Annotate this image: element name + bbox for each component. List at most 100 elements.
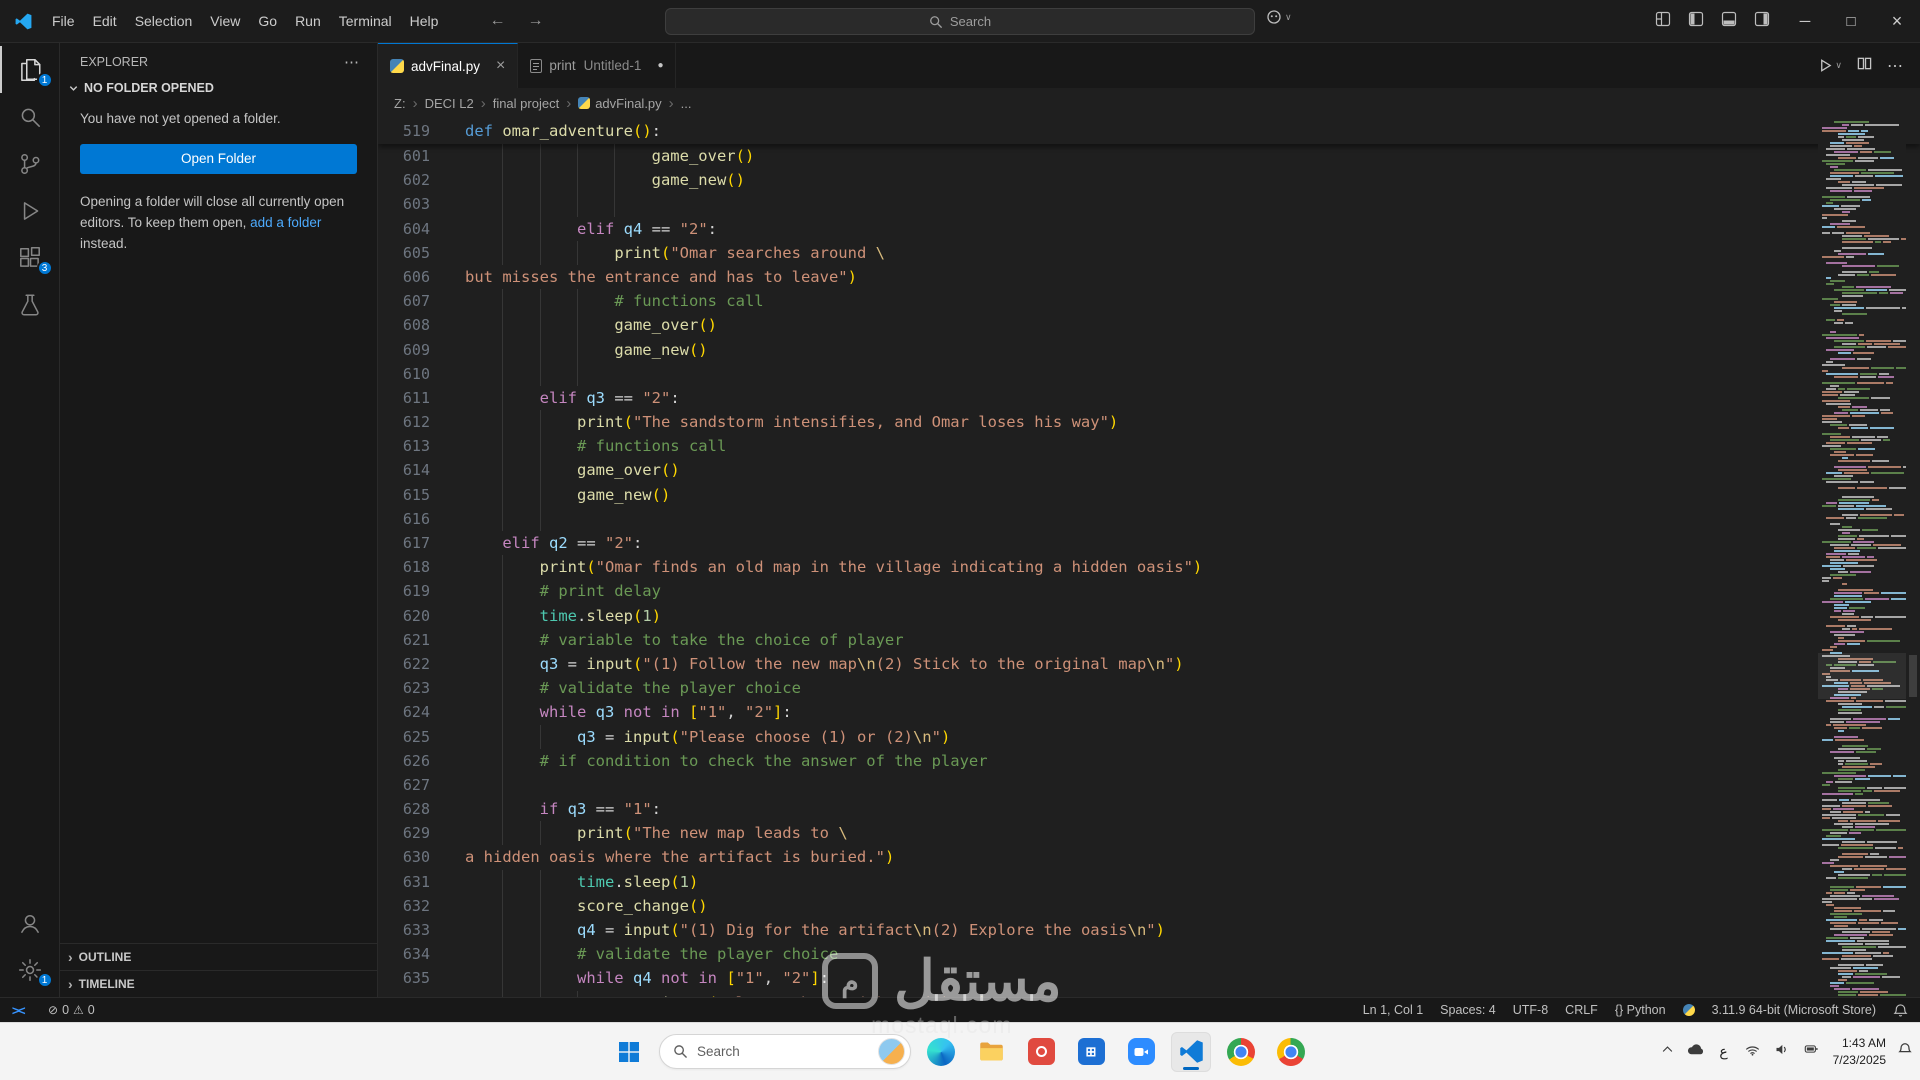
- extensions-icon[interactable]: 3: [0, 234, 60, 281]
- input-language-indicator[interactable]: ع: [1716, 1043, 1732, 1060]
- menu-item-help[interactable]: Help: [401, 7, 448, 35]
- token: ): [847, 267, 857, 286]
- toggle-panel-icon[interactable]: [1721, 11, 1737, 32]
- encoding-indicator[interactable]: UTF-8: [1513, 998, 1548, 1022]
- tab-print[interactable]: print Untitled-1 ●: [518, 43, 677, 88]
- volume-icon[interactable]: [1773, 1042, 1790, 1062]
- back-arrow-icon[interactable]: ←: [489, 12, 505, 30]
- modified-dot-icon[interactable]: ●: [657, 60, 663, 71]
- indentation-indicator[interactable]: Spaces: 4: [1440, 998, 1496, 1022]
- python-interpreter[interactable]: 3.11.9 64-bit (Microsoft Store): [1712, 998, 1876, 1022]
- settings-gear-icon[interactable]: 1: [0, 946, 60, 993]
- minimap-slider[interactable]: [1818, 653, 1906, 699]
- explorer-icon[interactable]: 1: [0, 46, 60, 93]
- language-mode[interactable]: {} Python: [1615, 998, 1666, 1022]
- code-line-609: 609 game_new(): [378, 337, 1920, 362]
- blue-app-icon[interactable]: ⊞: [1071, 1032, 1111, 1072]
- wifi-icon[interactable]: [1744, 1042, 1761, 1062]
- minimap-seg: [1851, 628, 1857, 630]
- menu-item-run[interactable]: Run: [286, 7, 330, 35]
- token: "The new map leads to: [633, 824, 839, 843]
- cursor-position[interactable]: Ln 1, Col 1: [1363, 998, 1423, 1022]
- maximize-button[interactable]: □: [1828, 0, 1874, 42]
- minimap-seg: [1883, 910, 1896, 912]
- indent-guide: [502, 506, 504, 531]
- minimap-seg: [1846, 136, 1856, 138]
- run-debug-icon[interactable]: [0, 187, 60, 234]
- chrome-profile-icon[interactable]: [1271, 1032, 1311, 1072]
- no-folder-section-header[interactable]: NO FOLDER OPENED: [60, 77, 377, 99]
- clock[interactable]: 1:43 AM 7/23/2025: [1833, 1035, 1886, 1067]
- split-editor-icon[interactable]: [1857, 56, 1872, 76]
- minimap[interactable]: [1818, 118, 1906, 997]
- file-explorer-icon[interactable]: [971, 1032, 1011, 1072]
- run-python-file-button[interactable]: ∨: [1818, 58, 1842, 73]
- menu-item-selection[interactable]: Selection: [126, 7, 202, 35]
- vscode-taskbar-icon[interactable]: [1171, 1031, 1211, 1072]
- red-app-icon[interactable]: [1021, 1032, 1061, 1072]
- minimap-seg: [1822, 214, 1848, 216]
- code-line-602: 602 game_new(): [378, 168, 1920, 193]
- breadcrumb-item[interactable]: advFinal.py: [578, 96, 662, 111]
- command-center-search[interactable]: Search: [665, 8, 1255, 35]
- minimap-seg: [1848, 607, 1866, 609]
- notification-center-icon[interactable]: [1898, 1042, 1912, 1061]
- outline-section-header[interactable]: › OUTLINE: [60, 943, 377, 970]
- add-folder-link[interactable]: add a folder: [250, 215, 321, 230]
- breadcrumb-item[interactable]: final project: [493, 96, 559, 111]
- chrome-icon[interactable]: [1221, 1032, 1261, 1072]
- minimap-row: [1818, 901, 1906, 903]
- eol-indicator[interactable]: CRLF: [1565, 998, 1598, 1022]
- menu-item-go[interactable]: Go: [249, 7, 286, 35]
- battery-icon[interactable]: [1802, 1042, 1821, 1061]
- toggle-sidebar-left-icon[interactable]: [1688, 11, 1704, 32]
- remote-indicator[interactable]: ><: [0, 998, 36, 1022]
- taskbar-search-box[interactable]: Search: [659, 1034, 911, 1069]
- editor-more-actions-icon[interactable]: ⋯: [1887, 56, 1904, 76]
- open-folder-button[interactable]: Open Folder: [80, 143, 357, 174]
- testing-icon[interactable]: [0, 281, 60, 328]
- menu-item-terminal[interactable]: Terminal: [330, 7, 401, 35]
- source-control-icon[interactable]: [0, 140, 60, 187]
- search-highlight-thumbnail[interactable]: [878, 1038, 905, 1065]
- code-line-601: 601 game_over(): [378, 144, 1920, 169]
- zoom-icon[interactable]: [1121, 1032, 1161, 1072]
- token: ==: [605, 388, 643, 407]
- breadcrumb-item[interactable]: DECI L2: [425, 96, 474, 111]
- minimap-seg: [1842, 313, 1867, 315]
- menu-item-file[interactable]: File: [43, 7, 84, 35]
- close-icon[interactable]: ×: [496, 57, 505, 75]
- tab-advfinal-py[interactable]: advFinal.py ×: [378, 43, 519, 88]
- account-icon[interactable]: [0, 899, 60, 946]
- search-sidebar-icon[interactable]: [0, 93, 60, 140]
- layout-customize-icon[interactable]: [1655, 11, 1671, 32]
- token: elif: [576, 219, 624, 238]
- timeline-section-header[interactable]: › TIMELINE: [60, 970, 377, 997]
- token: :: [819, 969, 830, 988]
- sidebar-more-actions-icon[interactable]: ⋯: [344, 53, 359, 71]
- breadcrumb-item[interactable]: Z:: [394, 96, 406, 111]
- minimap-row: [1818, 322, 1906, 324]
- tray-chevron-up-icon[interactable]: [1661, 1043, 1674, 1061]
- scrollbar-thumb[interactable]: [1909, 655, 1917, 697]
- start-button[interactable]: [609, 1032, 649, 1072]
- close-button[interactable]: ×: [1874, 0, 1920, 42]
- sticky-scroll-line[interactable]: 519 def omar_adventure():: [378, 118, 1920, 144]
- onedrive-cloud-icon[interactable]: [1686, 1042, 1704, 1061]
- forward-arrow-icon[interactable]: →: [527, 12, 543, 30]
- editor-scrollbar[interactable]: [1906, 118, 1920, 997]
- editor-pane[interactable]: 519 def omar_adventure(): 601 game_over()…: [378, 118, 1920, 997]
- breadcrumb-item[interactable]: ...: [681, 96, 692, 111]
- copilot-taskbar-icon[interactable]: [921, 1032, 961, 1072]
- open-folder-note: Opening a folder will close all currentl…: [80, 192, 357, 255]
- menu-item-view[interactable]: View: [201, 7, 249, 35]
- python-logo-icon[interactable]: [1682, 998, 1695, 1022]
- menu-item-edit[interactable]: Edit: [84, 7, 126, 35]
- toggle-sidebar-right-icon[interactable]: [1754, 11, 1770, 32]
- minimap-content: [1818, 121, 1906, 996]
- minimap-row: [1818, 343, 1906, 345]
- copilot-button[interactable]: ∨: [1266, 9, 1292, 25]
- notifications-bell-icon[interactable]: [1893, 998, 1908, 1022]
- problems-indicator[interactable]: ⊘ 0 ⚠ 0: [48, 998, 95, 1022]
- minimize-button[interactable]: ─: [1782, 0, 1828, 42]
